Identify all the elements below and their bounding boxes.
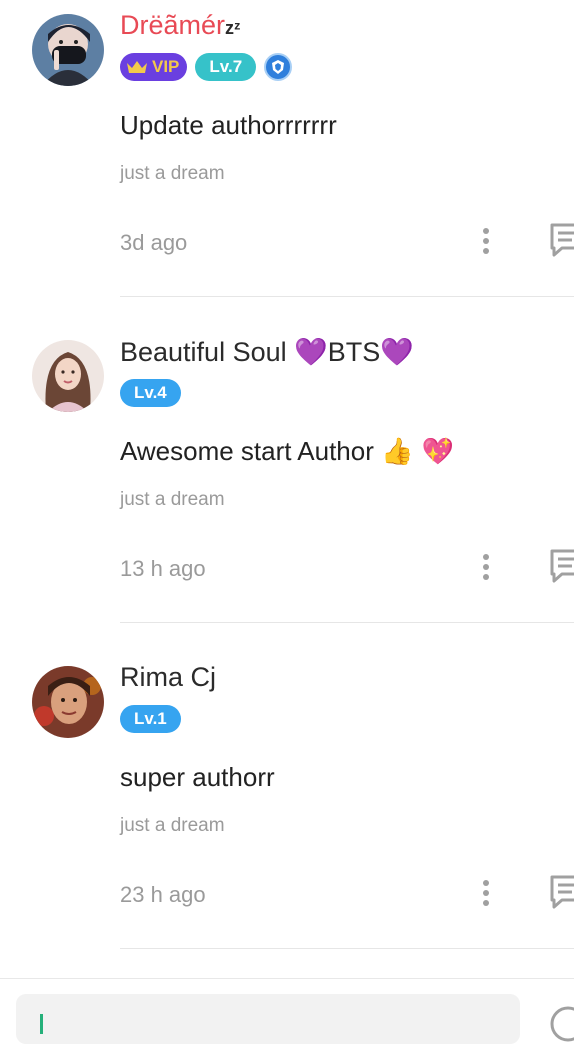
reply-comment-icon[interactable] — [548, 548, 574, 584]
comment-text: Update authorrrrrrr — [120, 110, 337, 140]
heart-emoji: 💜 — [294, 337, 328, 368]
timestamp: 13 h ago — [120, 556, 206, 581]
divider — [120, 948, 574, 949]
username-text: Beautiful Soul — [120, 337, 287, 367]
comment-item: Drëãmérzᶻ VIP Lv.7 Update authorrrrrrr j… — [0, 0, 574, 326]
send-icon[interactable] — [548, 1004, 574, 1044]
crown-icon — [127, 61, 147, 73]
name-suffix: zᶻ — [225, 18, 241, 38]
reply-comment-icon[interactable] — [548, 874, 574, 910]
badge-row: Lv.1 — [120, 705, 181, 733]
reply-comment-icon[interactable] — [548, 222, 574, 258]
chapter-label[interactable]: just a dream — [120, 815, 225, 837]
timestamp: 23 h ago — [120, 882, 206, 907]
chapter-label[interactable]: just a dream — [120, 163, 225, 185]
vip-label: VIP — [152, 57, 180, 76]
level-badge: Lv.4 — [120, 379, 181, 407]
comment-text: super authorr — [120, 762, 275, 792]
avatar[interactable] — [32, 666, 104, 738]
comment-item: Rima Cj Lv.1 super authorr just a dream … — [0, 652, 574, 978]
heart-emoji: 💜 — [380, 337, 414, 368]
more-vertical-icon[interactable] — [476, 878, 496, 908]
vip-badge: VIP — [120, 53, 188, 81]
avatar[interactable] — [32, 340, 104, 412]
comment-input[interactable] — [16, 994, 520, 1044]
username[interactable]: Rima Cj — [120, 662, 216, 693]
comment-item: Beautiful Soul 💜BTS💜 Lv.4 Awesome start … — [0, 326, 574, 652]
badge-row: Lv.4 — [120, 379, 181, 407]
username-text-bts: BTS — [327, 337, 381, 367]
username[interactable]: Beautiful Soul 💜BTS💜 — [120, 336, 414, 368]
divider — [0, 978, 574, 979]
comment-emoji: 👍 💖 — [381, 437, 455, 467]
comment-text-body: Awesome start Author — [120, 436, 374, 466]
badge-row: VIP Lv.7 — [120, 53, 293, 81]
comment-text: Awesome start Author 👍 💖 — [120, 436, 454, 467]
text-cursor — [40, 1014, 43, 1034]
username[interactable]: Drëãmérzᶻ — [120, 10, 241, 41]
username-text: Drëãmér — [120, 10, 226, 40]
timestamp: 3d ago — [120, 230, 188, 255]
level-badge: Lv.1 — [120, 705, 181, 733]
more-vertical-icon[interactable] — [476, 226, 496, 256]
chapter-label[interactable]: just a dream — [120, 489, 225, 511]
divider — [120, 622, 574, 623]
divider — [120, 296, 574, 297]
avatar[interactable] — [32, 14, 104, 86]
level-badge: Lv.7 — [195, 53, 257, 81]
more-vertical-icon[interactable] — [476, 552, 496, 582]
shield-badge-icon — [264, 53, 293, 81]
